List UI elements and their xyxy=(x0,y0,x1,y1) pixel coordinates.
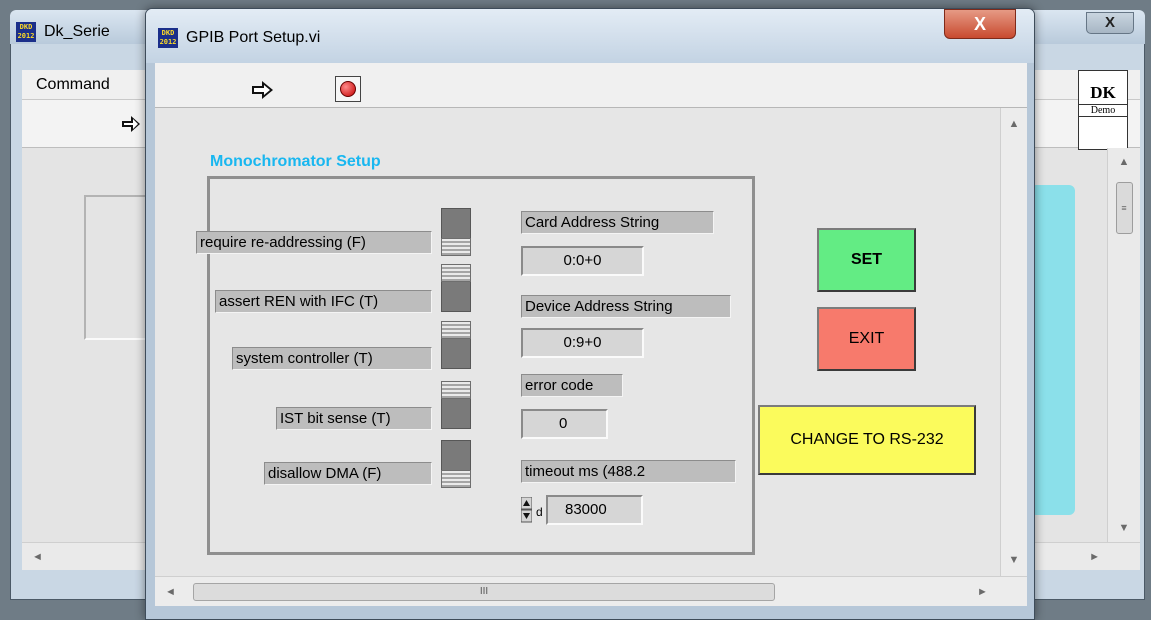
switch-label-system-controller: system controller (T) xyxy=(232,347,432,370)
dk-demo-logo: DK Demo xyxy=(1078,70,1128,150)
error-code-label: error code xyxy=(521,374,623,397)
background-scroll-down-arrow[interactable]: ▼ xyxy=(1108,522,1140,534)
card-address-value[interactable]: 0:0+0 xyxy=(521,246,644,276)
background-scroll-right-arrow[interactable]: ► xyxy=(1089,551,1100,563)
vi-toolbar xyxy=(155,63,1027,108)
switch-knob[interactable] xyxy=(441,264,471,282)
timeout-increment-stepper[interactable] xyxy=(520,496,533,523)
timeout-value[interactable]: 83000 xyxy=(546,495,643,525)
switch-label-readdress: require re-addressing (F) xyxy=(196,231,432,254)
vertical-scrollbar[interactable]: ▲ ▼ xyxy=(1000,108,1027,576)
timeout-radix: d xyxy=(536,505,543,519)
background-scroll-thumb[interactable]: ≡ xyxy=(1115,182,1133,234)
switch-knob[interactable] xyxy=(441,381,471,399)
exit-button[interactable]: EXIT xyxy=(817,307,916,371)
switch-ist-bit-sense[interactable] xyxy=(441,381,471,429)
background-scroll-up-arrow[interactable]: ▲ xyxy=(1108,156,1140,168)
stop-icon[interactable] xyxy=(335,76,361,102)
menu-command[interactable]: Command xyxy=(36,76,110,94)
switch-readdress[interactable] xyxy=(441,208,471,256)
close-button[interactable]: X xyxy=(944,9,1016,39)
device-address-label: Device Address String xyxy=(521,295,731,318)
change-to-rs232-button[interactable]: CHANGE TO RS-232 xyxy=(758,405,976,475)
device-address-value[interactable]: 0:9+0 xyxy=(521,328,644,358)
app-icon: DKD 2012 xyxy=(158,28,178,48)
scroll-left-arrow[interactable]: ◄ xyxy=(165,586,176,598)
switch-label-ist-bit-sense: IST bit sense (T) xyxy=(276,407,432,430)
scroll-thumb[interactable]: III xyxy=(193,583,775,601)
horizontal-scrollbar[interactable]: ◄ III ► xyxy=(155,576,1027,606)
window-title: GPIB Port Setup.vi xyxy=(186,29,321,46)
background-window-title: Dk_Serie xyxy=(44,23,110,40)
demo-logo-text: Demo xyxy=(1079,104,1127,117)
timeout-label: timeout ms (488.2 xyxy=(521,460,736,483)
switch-system-controller[interactable] xyxy=(441,321,471,369)
background-vertical-scrollbar[interactable]: ▲ ≡ ▼ xyxy=(1107,148,1140,542)
switch-knob[interactable] xyxy=(441,238,471,256)
scroll-up-arrow[interactable]: ▲ xyxy=(1001,118,1027,130)
background-frame xyxy=(84,195,154,340)
section-title: Monochromator Setup xyxy=(210,153,381,170)
scroll-right-arrow[interactable]: ► xyxy=(977,586,988,598)
card-address-label: Card Address String xyxy=(521,211,714,234)
background-scroll-left-arrow[interactable]: ◄ xyxy=(32,551,43,563)
background-close-button[interactable]: X xyxy=(1086,12,1134,34)
switch-assert-ren[interactable] xyxy=(441,264,471,312)
background-run-icon[interactable] xyxy=(120,113,142,135)
error-code-value: 0 xyxy=(521,409,608,439)
switch-knob[interactable] xyxy=(441,470,471,488)
run-arrow-icon[interactable] xyxy=(251,79,275,101)
switch-label-disallow-dma: disallow DMA (F) xyxy=(264,462,432,485)
switch-label-assert-ren: assert REN with IFC (T) xyxy=(215,290,432,313)
dk-logo-text: DK xyxy=(1090,83,1116,102)
scroll-down-arrow[interactable]: ▼ xyxy=(1001,554,1027,566)
switch-disallow-dma[interactable] xyxy=(441,440,471,488)
set-button[interactable]: SET xyxy=(817,228,916,292)
background-cyan-panel xyxy=(1030,185,1075,515)
switch-knob[interactable] xyxy=(441,321,471,339)
background-app-icon: DKD 2012 xyxy=(16,22,36,42)
